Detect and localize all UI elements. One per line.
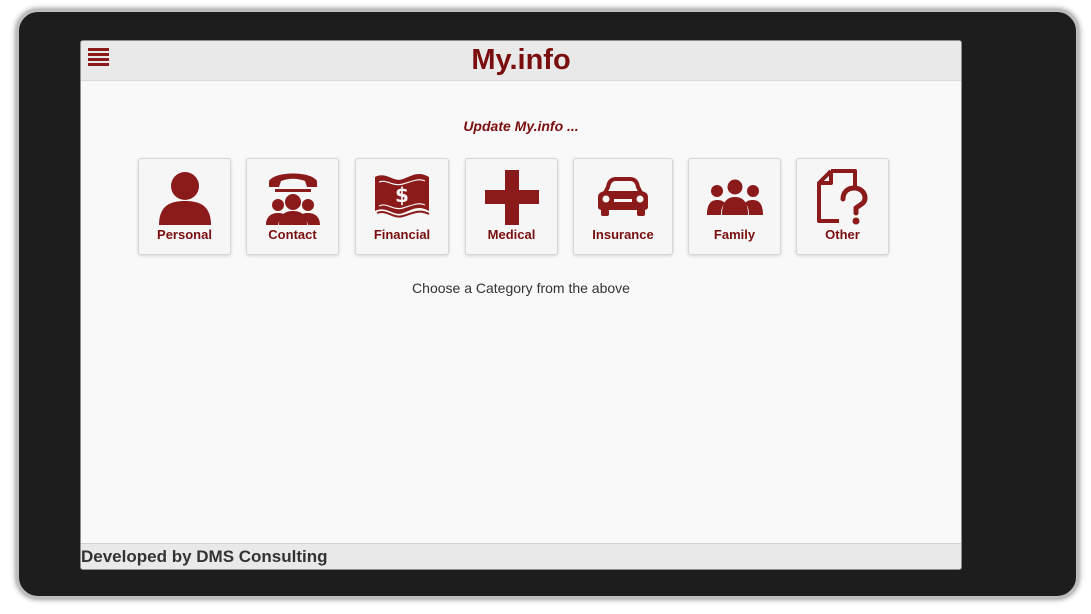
category-personal-button[interactable]: Personal (138, 158, 231, 255)
category-contact-button[interactable]: Contact (246, 158, 339, 255)
category-hint-text: Choose a Category from the above (412, 280, 630, 296)
update-subtitle: Update My.info ... (463, 118, 579, 134)
category-label: Medical (487, 227, 536, 242)
svg-text:$: $ (395, 183, 409, 207)
person-icon (158, 172, 211, 225)
footer-bar: Developed by DMS Consulting (81, 543, 961, 569)
medical-cross-icon (484, 170, 539, 225)
category-family-button[interactable]: Family (688, 158, 781, 255)
app-screen: My.info Update My.info ... Personal Cont… (80, 40, 962, 570)
header-bar: My.info (81, 41, 961, 81)
category-financial-button[interactable]: $ Financial (355, 158, 449, 255)
category-insurance-button[interactable]: Insurance (573, 158, 673, 255)
category-label: Contact (268, 227, 317, 242)
phone-contacts-icon (265, 173, 320, 225)
family-icon (706, 179, 763, 215)
category-label: Family (713, 227, 756, 242)
category-label: Financial (373, 227, 431, 242)
category-other-button[interactable]: Other (796, 158, 889, 255)
document-question-icon (816, 169, 868, 225)
footer-credit: Developed by DMS Consulting (81, 547, 328, 566)
category-medical-button[interactable]: Medical (465, 158, 558, 255)
category-label: Insurance (592, 227, 654, 242)
page-title: My.info (471, 44, 571, 76)
money-bill-icon: $ (375, 173, 430, 218)
car-icon (598, 177, 648, 216)
category-label: Other (825, 227, 860, 242)
category-label: Personal (157, 227, 212, 242)
